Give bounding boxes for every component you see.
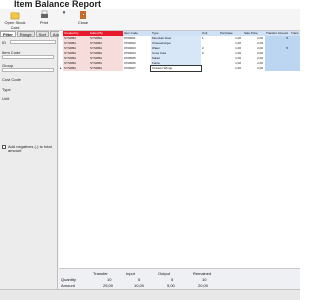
cell-sale-price: 2,00 [257, 66, 263, 70]
footer-header-remained: Remained [193, 271, 212, 276]
add-negatives-checkbox[interactable] [2, 145, 6, 149]
close-button[interactable]: Close [75, 10, 91, 30]
amount-output: 5,00 [167, 283, 175, 288]
item-code-field[interactable] [2, 55, 54, 59]
amount-transfer: 25,00 [103, 283, 114, 288]
print-dropdown-arrow[interactable]: ▾ [61, 10, 67, 30]
id-label: ID [2, 40, 6, 45]
group-field[interactable] [2, 68, 54, 72]
print-label: Print [39, 20, 49, 25]
footer-header-transfer: Transfer [93, 271, 108, 276]
totals-footer: Transfer Input Output Remained Quantity … [59, 268, 300, 289]
cost-code-label: Cost Code [2, 77, 21, 82]
type-label: Type [2, 87, 11, 92]
amount-label: Amount [61, 283, 75, 288]
tab-sort[interactable]: Sort [35, 31, 49, 37]
quantity-output: 5 [171, 277, 174, 282]
cell-item-code: 0700007 [124, 66, 136, 70]
quantity-transfer: 10 [107, 277, 112, 282]
amount-remained: 20,00 [198, 283, 209, 288]
filter-panel: Filter Range Sort Advanc ID Item Code Gr… [0, 31, 70, 299]
cell-transfer-amount [265, 66, 290, 71]
open-stock-card-label: Open Stock Card [4, 20, 26, 30]
id-field[interactable] [10, 40, 56, 44]
cell-edited-by: SYSDBA [89, 66, 123, 71]
folder-icon [10, 12, 20, 20]
toolbar: Open Stock Card Print ▾ Close [0, 9, 300, 31]
print-button[interactable]: Print [37, 10, 51, 30]
printer-icon [41, 10, 48, 18]
quantity-label: Quantity [61, 277, 76, 282]
window-title: Item Balance Report [0, 0, 300, 9]
close-label: Close [77, 20, 89, 25]
table-row[interactable]: ▸ SYSDBA SYSDBA 0700007 Chicken Wings 1,… [59, 65, 300, 72]
cell-purchase: 1,00 [235, 66, 241, 70]
tab-filter[interactable]: Filter [0, 31, 16, 37]
add-negatives-label: Add negatives (-) to total amount [8, 144, 52, 153]
amount-input: 10,00 [134, 283, 145, 288]
quantity-input: 5 [138, 277, 141, 282]
cell-trans [290, 66, 300, 71]
cell-unit [201, 66, 219, 71]
footer-header-input: Input [126, 271, 135, 276]
app-window: Item Balance Report Open Stock Card Prin… [0, 0, 300, 300]
door-exit-icon [80, 11, 86, 19]
footer-header-output: Output [158, 271, 171, 276]
filter-tabs: Filter Range Sort Advanc [0, 31, 70, 37]
item-grid: Created by Edited By Item Code Type Unit… [59, 31, 300, 268]
cell-created-by: SYSDBA [63, 66, 89, 71]
quantity-remained: 10 [202, 277, 207, 282]
unit-label: Unit [2, 96, 10, 101]
status-bar [0, 289, 300, 300]
cell-type-selected[interactable]: Chicken Wings [150, 65, 202, 72]
open-stock-card-button[interactable]: Open Stock Card [2, 10, 28, 30]
tab-range[interactable]: Range [16, 31, 35, 37]
